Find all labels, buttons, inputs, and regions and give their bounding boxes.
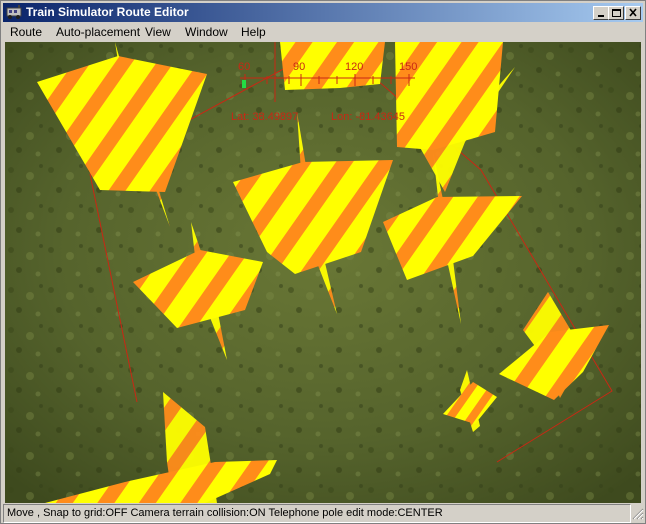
title-bar[interactable]: Train Simulator Route Editor [3, 3, 643, 22]
compass-tick-label: 120 [345, 61, 363, 73]
menu-route[interactable]: Route [8, 24, 44, 40]
menu-bar: Route Auto-placement View Window Help [3, 23, 643, 41]
menu-auto-placement[interactable]: Auto-placement [54, 24, 142, 40]
app-window: Train Simulator Route Editor Route Auto-… [0, 0, 646, 524]
menu-help[interactable]: Help [239, 24, 268, 40]
status-bar: Move , Snap to grid:OFF Camera terrain c… [3, 504, 631, 523]
minimize-button[interactable] [593, 6, 609, 20]
maximize-button[interactable] [608, 6, 624, 20]
compass-tick-label: 60 [238, 61, 250, 73]
terrain-scene[interactable]: 60 90 120 150 Lat: 38.49897 Lon: -81.436… [5, 42, 641, 503]
maximize-icon [612, 9, 621, 17]
menu-view[interactable]: View [143, 24, 173, 40]
train-icon[interactable] [6, 5, 22, 20]
minimize-icon [598, 15, 604, 17]
menu-window[interactable]: Window [183, 24, 230, 40]
longitude-readout: Lon: -81.43645 [331, 111, 405, 123]
close-icon [629, 8, 637, 17]
heading-indicator [242, 80, 246, 88]
close-button[interactable] [625, 6, 641, 20]
window-title: Train Simulator Route Editor [26, 5, 189, 19]
status-text: Move , Snap to grid:OFF Camera terrain c… [7, 507, 443, 519]
route-3d-viewport[interactable]: 60 90 120 150 Lat: 38.49897 Lon: -81.436… [5, 42, 641, 503]
latitude-readout: Lat: 38.49897 [231, 111, 298, 123]
compass-tick-label: 150 [399, 61, 417, 73]
resize-grip-icon[interactable] [631, 507, 644, 520]
compass-tick-label: 90 [293, 61, 305, 73]
